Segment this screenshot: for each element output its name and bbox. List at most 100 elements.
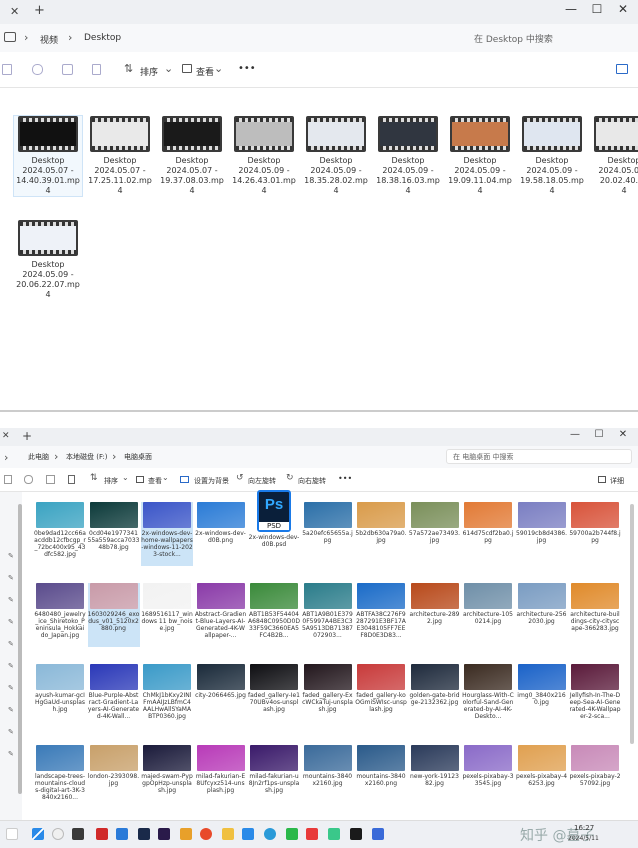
set-background-button[interactable]: 设置为背景	[194, 476, 229, 486]
content-scrollbar[interactable]	[630, 504, 634, 744]
sidebar-scrollbar[interactable]	[18, 504, 22, 794]
video-file-item[interactable]: Desktop2024.05.09 -20.02.40.064	[590, 116, 638, 196]
image-file-item[interactable]: 0cd04e197734155a559acca703348b78.jpg	[88, 502, 140, 566]
image-file-item[interactable]: 2x-windows-dev-d0B.png	[195, 502, 247, 566]
image-file-item[interactable]: 6480480_jewelry_ice_Shiretoko_Peninsula_…	[34, 583, 86, 647]
details-button[interactable]: 详细	[610, 476, 624, 486]
image-file-item[interactable]: 59700a2b744f8.jpg	[569, 502, 621, 566]
image-file-item[interactable]: 5a20efc65655a.jpg	[302, 502, 354, 566]
app-icon[interactable]	[96, 828, 108, 840]
app-icon[interactable]	[372, 828, 384, 840]
view-button[interactable]: 查看	[148, 476, 162, 486]
minimize-button[interactable]: —	[562, 2, 580, 16]
image-file-item[interactable]: golden-gate-bridge-2132362.jpg	[409, 664, 461, 728]
details-pane-icon[interactable]	[616, 64, 628, 74]
rotate-left-button[interactable]: 向左旋转	[248, 476, 276, 486]
image-file-item[interactable]: pexels-pixabay-257092.jpg	[569, 745, 621, 809]
pin-icon[interactable]: ✎	[8, 618, 14, 626]
image-file-item[interactable]: 5b2db630a79a0.jpg	[355, 502, 407, 566]
breadcrumb-this-pc[interactable]: 此电脑	[28, 452, 49, 462]
copy-icon[interactable]	[24, 475, 33, 484]
search-input[interactable]: 在 Desktop 中搜索	[468, 29, 634, 47]
maximize-button[interactable]: ☐	[590, 429, 608, 440]
image-file-item[interactable]: pexels-pixabay-33545.jpg	[462, 745, 514, 809]
image-file-item[interactable]: Hourglass-With-Colorful-Sand-Generated-b…	[462, 664, 514, 728]
image-file-item[interactable]: mountains-3840x2160.png	[355, 745, 407, 809]
video-file-item[interactable]: Desktop 2024.05.07 -17.25.11.02.mp 4	[86, 116, 154, 196]
image-file-item[interactable]: Jellyfish-In-The-Deep-Sea-AI-Generated-4…	[569, 664, 621, 728]
image-file-item[interactable]: ayush-kumar-gcIHgGaUd-unsplash.jpg	[34, 664, 86, 728]
clock-time[interactable]: 16:27	[574, 824, 594, 832]
image-file-item[interactable]: ChMkJ1bKxy2INlFmAAIJzLBfmC4AALHwAllSYaMA…	[141, 664, 193, 728]
breadcrumb-desktop-folder[interactable]: 电脑桌面	[124, 452, 152, 462]
image-file-item[interactable]: 57a572ae73493.jpg	[409, 502, 461, 566]
chrome-icon[interactable]	[200, 828, 212, 840]
close-button[interactable]: ✕	[614, 429, 632, 440]
video-file-item[interactable]: Desktop 2024.05.09 -19.58.18.05.mp 4	[518, 116, 586, 196]
widget-icon[interactable]	[6, 828, 18, 840]
pin-icon[interactable]: ✎	[8, 552, 14, 560]
file-explorer-icon[interactable]	[222, 828, 234, 840]
image-file-item[interactable]: 614d75cdf2ba0.jpg	[462, 502, 514, 566]
photoshop-icon[interactable]	[138, 828, 150, 840]
word-icon[interactable]	[116, 828, 128, 840]
image-file-item[interactable]: faded_gallery-koOGmiSWIsc-unsplash.jpg	[355, 664, 407, 728]
breadcrumb-drive-f[interactable]: 本地磁盘 (F:)	[66, 452, 108, 462]
telegram-icon[interactable]	[264, 828, 276, 840]
cut-icon[interactable]	[2, 64, 12, 75]
image-file-item[interactable]: 59019cb8d4386.jpg	[516, 502, 568, 566]
pin-icon[interactable]: ✎	[8, 684, 14, 692]
delete-icon[interactable]	[68, 475, 75, 484]
start-icon[interactable]	[32, 828, 44, 840]
image-file-item[interactable]: new-york-1912382.jpg	[409, 745, 461, 809]
maximize-button[interactable]: ☐	[588, 2, 606, 16]
pin-icon[interactable]: ✎	[8, 574, 14, 582]
new-tab-button[interactable]: +	[34, 3, 45, 18]
image-file-item[interactable]: 0be9dad12cc66aacddb12cfbcgp_r_72bc400x95…	[34, 502, 86, 566]
search-input[interactable]: 在 电脑桌面 中搜索	[446, 449, 632, 464]
pin-icon[interactable]: ✎	[8, 728, 14, 736]
pin-icon[interactable]: ✎	[8, 662, 14, 670]
video-file-item[interactable]: Desktop 2024.05.07 -19.37.08.03.mp 4	[158, 116, 226, 196]
breadcrumb-videos[interactable]: 视频	[40, 33, 58, 46]
wechat-icon[interactable]	[286, 828, 298, 840]
image-file-item[interactable]: ABTFA38C276F9287291E3BF17AE3048105FF7EEF…	[355, 583, 407, 647]
video-file-item[interactable]: Desktop 2024.05.07 -14.40.39.01.mp 4	[13, 115, 83, 197]
app-icon[interactable]	[350, 828, 362, 840]
share-icon[interactable]	[46, 475, 55, 484]
image-file-item[interactable]: ABT1B53F54404A6848C0950D0D33F59C3660EA5F…	[248, 583, 300, 647]
app-icon[interactable]	[242, 828, 254, 840]
minimize-button[interactable]: —	[566, 429, 584, 440]
rotate-right-button[interactable]: 向右旋转	[298, 476, 326, 486]
app-icon[interactable]	[306, 828, 318, 840]
image-file-item[interactable]: pexels-pixabay-46253.jpg	[516, 745, 568, 809]
app-icon[interactable]	[180, 828, 192, 840]
view-button[interactable]: 查看	[196, 65, 214, 78]
image-file-item[interactable]: mountains-3840x2160.jpg	[302, 745, 354, 809]
image-file-item[interactable]: 1603029246_exodus_v01_5120x2880.png	[87, 583, 140, 647]
video-file-item[interactable]: Desktop 2024.05.09 -18.38.16.03.mp 4	[374, 116, 442, 196]
image-file-item[interactable]: landscape-trees-mountains-clouds-digital…	[34, 745, 86, 809]
clock-date[interactable]: 2024/5/11	[568, 835, 599, 842]
image-file-item[interactable]: milad-fakurian-E8Ufcyxz514-unsplash.jpg	[195, 745, 247, 809]
delete-icon[interactable]	[92, 64, 101, 75]
image-file-item[interactable]: city-2066465.jpg	[195, 664, 247, 728]
task-view-icon[interactable]	[72, 828, 84, 840]
image-file-item[interactable]: Ps PSD 2x-windows-dev-d0B.psd	[248, 490, 300, 570]
cut-icon[interactable]	[4, 475, 12, 484]
image-file-item[interactable]: milad-fakurian-u8Jn2rf1ps-unsplash.jpg	[248, 745, 300, 809]
image-file-item[interactable]: Abstract-Gradient-Blue-Layers-AI-Generat…	[195, 583, 247, 647]
pin-icon[interactable]: ✎	[8, 640, 14, 648]
image-file-item[interactable]: ABT1A9B01E3790F5997A4BE3C35A9513DB713870…	[302, 583, 354, 647]
image-file-item[interactable]: 2x-windows-dev-home-wallpapers-windows-1…	[141, 502, 193, 566]
image-file-item[interactable]: 1689516117_windows 11 bw_noise.jpg	[141, 583, 193, 647]
sort-button[interactable]: 排序	[104, 476, 118, 486]
video-file-item[interactable]: Desktop 2024.05.09 -20.06.22.07.mp 4	[14, 220, 82, 300]
pin-icon[interactable]: ✎	[8, 596, 14, 604]
image-file-item[interactable]: Blue-Purple-Abstract-Gradient-Layers-AI-…	[88, 664, 140, 728]
more-button[interactable]: •••	[238, 63, 256, 74]
image-file-item[interactable]: faded_gallery-Ie170UBv4os-unsplash.jpg	[248, 664, 300, 728]
video-file-item[interactable]: Desktop 2024.05.09 -19.09.11.04.mp 4	[446, 116, 514, 196]
new-tab-button[interactable]: +	[22, 429, 32, 443]
image-file-item[interactable]: faded_gallery-ExcWCkaTuj-unsplash.jpg	[302, 664, 354, 728]
